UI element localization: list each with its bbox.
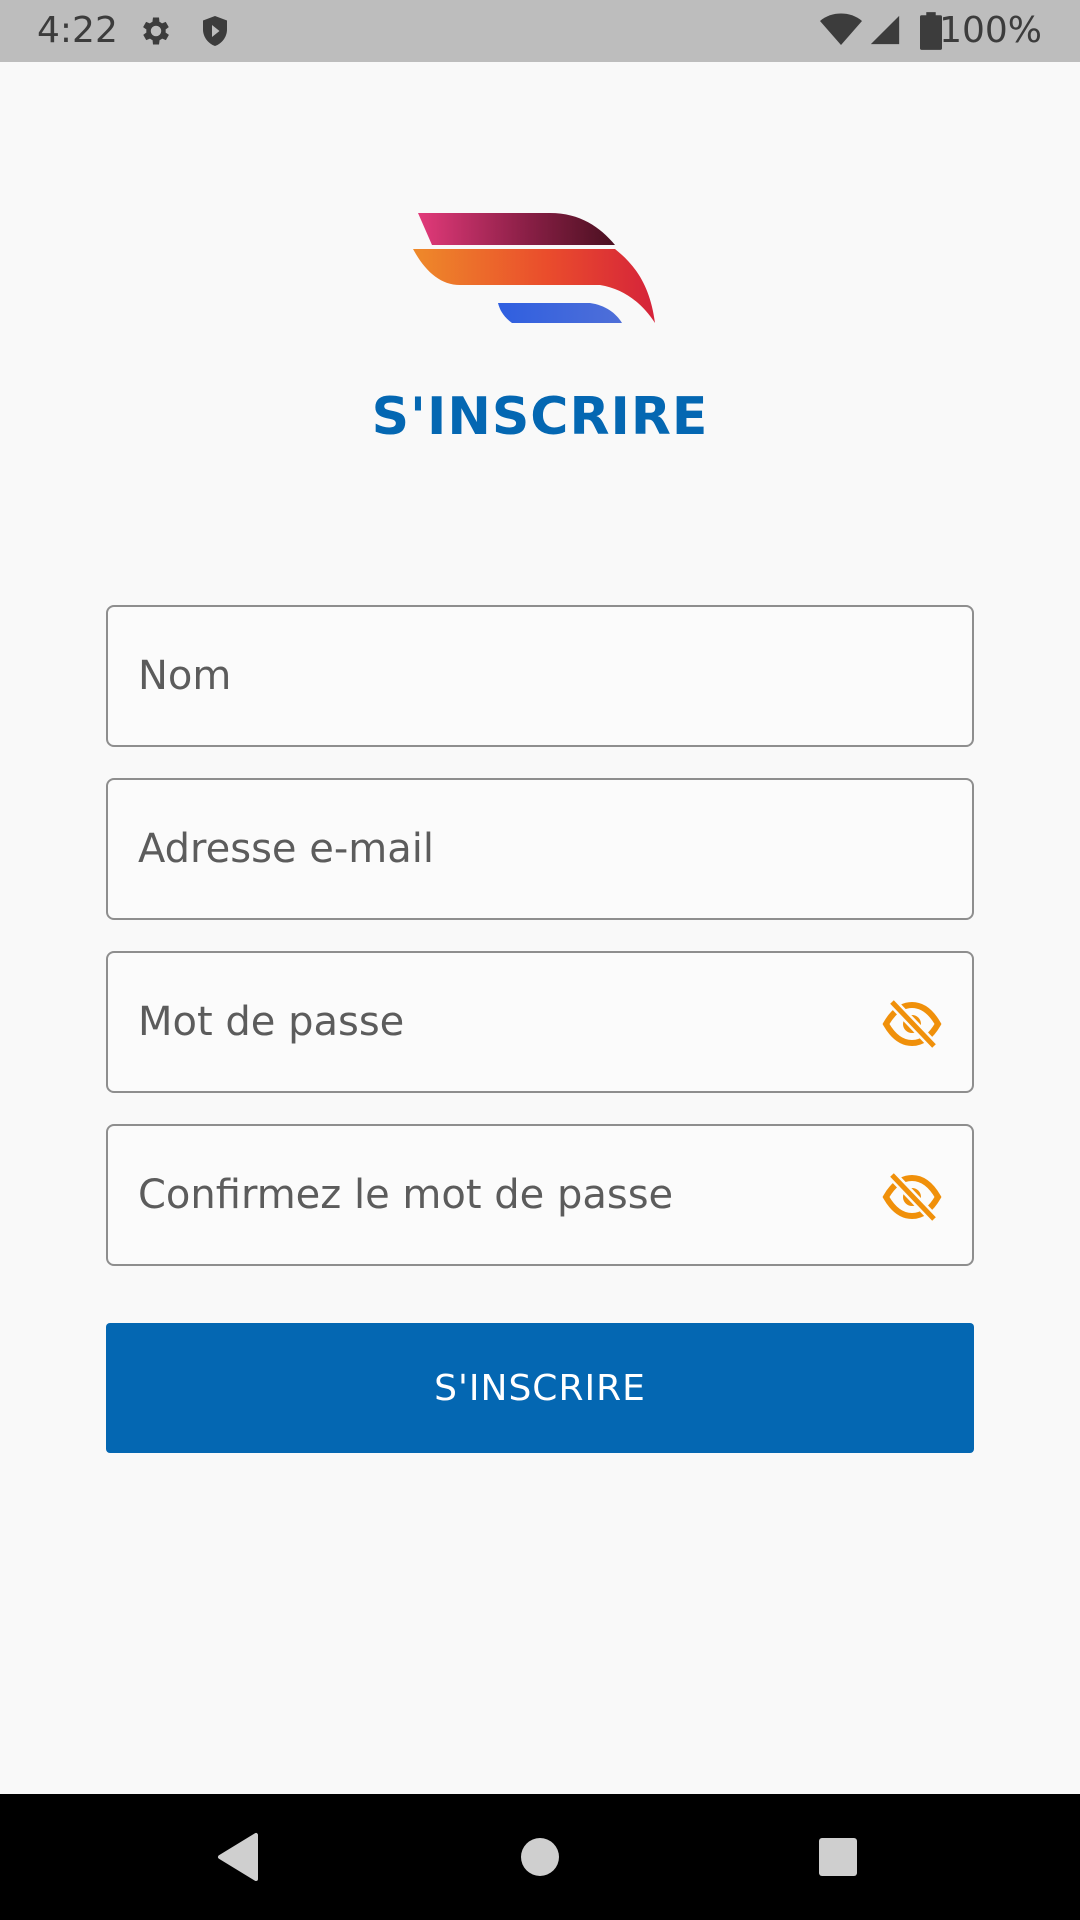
- gear-icon: [138, 13, 174, 53]
- back-icon[interactable]: [208, 1827, 268, 1887]
- eye-off-icon[interactable]: [882, 1171, 942, 1223]
- eye-off-icon[interactable]: [882, 998, 942, 1050]
- recents-icon[interactable]: [808, 1827, 868, 1887]
- password-input[interactable]: [138, 953, 858, 1091]
- home-icon[interactable]: [510, 1827, 570, 1887]
- signup-button[interactable]: S'INSCRIRE: [106, 1323, 974, 1453]
- status-time: 4:22: [37, 10, 118, 51]
- wifi-icon: [820, 12, 862, 52]
- confirm-password-field[interactable]: [106, 1124, 974, 1266]
- battery-percentage: 100%: [939, 10, 1042, 51]
- shield-icon: [197, 13, 233, 53]
- confirm-password-input[interactable]: [138, 1126, 858, 1264]
- name-field[interactable]: [106, 605, 974, 747]
- email-input[interactable]: [138, 780, 938, 918]
- app-logo: [410, 205, 660, 335]
- nav-bar: [0, 1794, 1080, 1920]
- name-input[interactable]: [138, 607, 938, 745]
- password-field[interactable]: [106, 951, 974, 1093]
- status-bar: 4:22 100%: [0, 0, 1080, 62]
- page-title: S'INSCRIRE: [371, 387, 709, 447]
- cell-signal-icon: [868, 12, 902, 52]
- email-field[interactable]: [106, 778, 974, 920]
